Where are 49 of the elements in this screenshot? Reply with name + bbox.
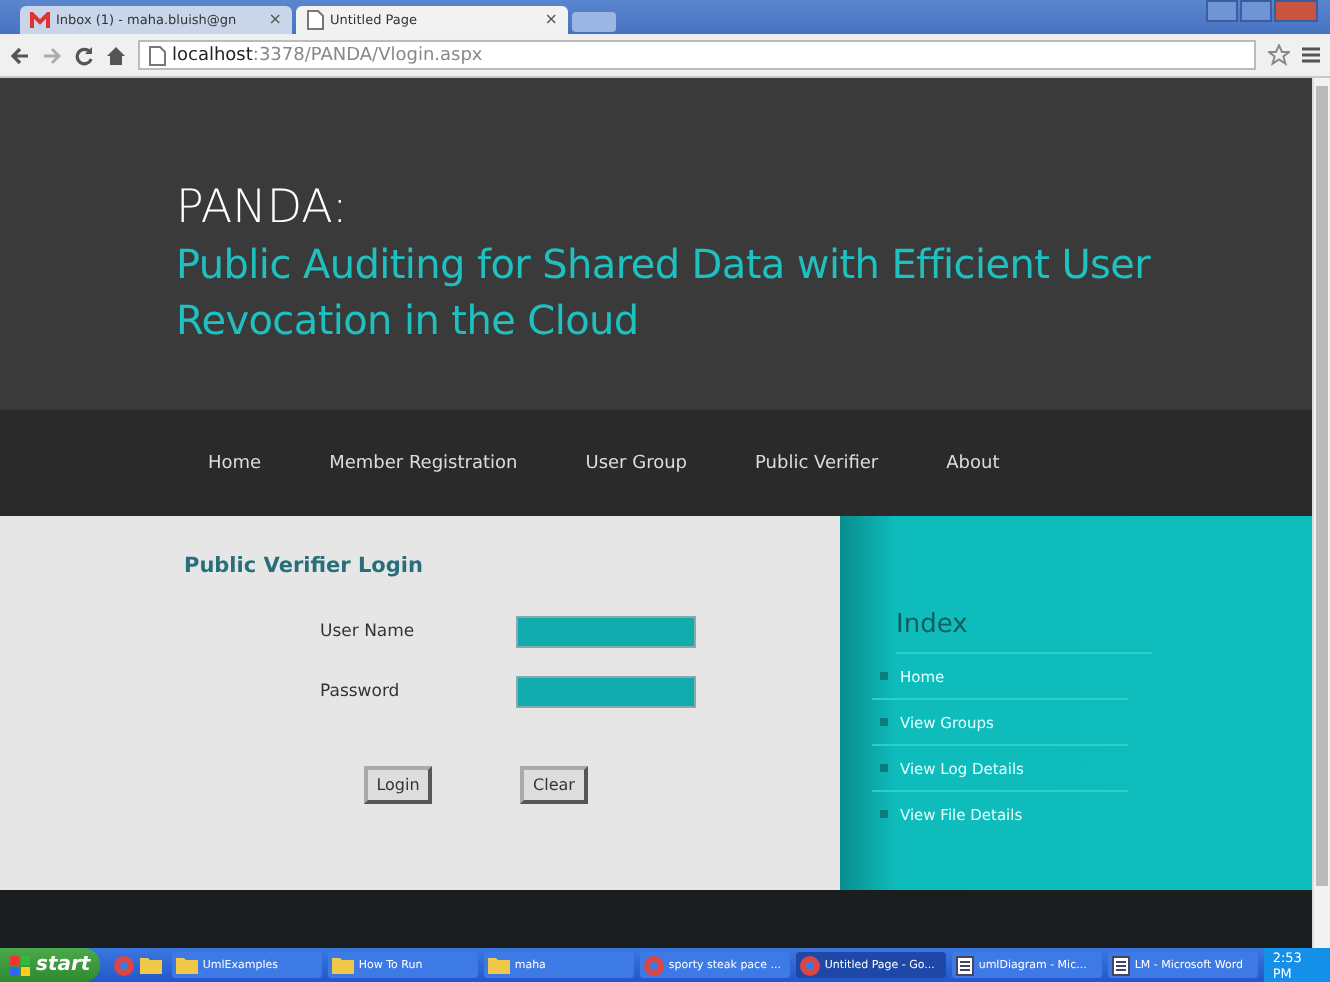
field-label: Password [320,682,402,702]
nav-link[interactable]: Member Registration [329,453,518,473]
maximize-button[interactable] [1240,0,1272,22]
minimize-button[interactable] [1206,0,1238,22]
input-field[interactable] [516,676,696,708]
site-subtitle: Public Auditing for Shared Data with Efficient User Revocation in the Cloud [176,238,1153,348]
back-icon[interactable] [10,45,30,65]
close-icon[interactable]: × [544,10,558,30]
nav-link[interactable]: Public Verifier [755,453,879,473]
bullet-icon [880,764,888,772]
site-logo: PANDA: [176,182,350,236]
form-button[interactable]: Login [364,766,432,804]
input-field[interactable] [516,616,696,648]
forward-icon[interactable] [42,45,62,65]
page-icon [148,45,166,65]
login-title: Public Verifier Login [184,554,425,578]
browser-icon [800,955,821,975]
bullet-icon [880,810,888,818]
windows-logo-icon[interactable] [10,955,30,975]
mail-icon [30,11,50,29]
folder-icon [176,956,199,974]
nav-link[interactable]: Home [208,453,262,473]
nav-link[interactable]: User Group [585,453,688,473]
folder-icon[interactable] [140,955,162,973]
star-icon[interactable] [1268,44,1290,66]
browser-icon[interactable] [114,955,134,975]
bullet-icon [880,718,888,726]
browser-icon [644,955,665,975]
folder-icon [488,956,511,974]
address-bar[interactable]: localhost:3378/PANDA/Vlogin.aspx [138,40,1256,70]
field-label: User Name [320,622,417,642]
start-button[interactable]: start [0,948,100,982]
bullet-icon [880,672,888,680]
close-button[interactable] [1274,0,1318,22]
page-icon [306,10,324,30]
form-button[interactable]: Clear [520,766,588,804]
reload-icon[interactable] [74,45,94,65]
nav-link[interactable]: About [946,453,1000,473]
scroll-thumb[interactable] [1316,86,1328,886]
new-tab-button[interactable] [572,12,616,32]
home-icon[interactable] [106,45,126,65]
menu-icon[interactable] [1302,46,1320,64]
document-icon [956,955,975,975]
scrollbar[interactable] [1312,78,1330,948]
sidebar-title: Index [896,610,1152,654]
document-icon [1112,955,1131,975]
url-text: localhost:3378/PANDA/Vlogin.aspx [172,45,483,65]
close-icon[interactable]: × [268,10,282,30]
folder-icon [332,956,355,974]
